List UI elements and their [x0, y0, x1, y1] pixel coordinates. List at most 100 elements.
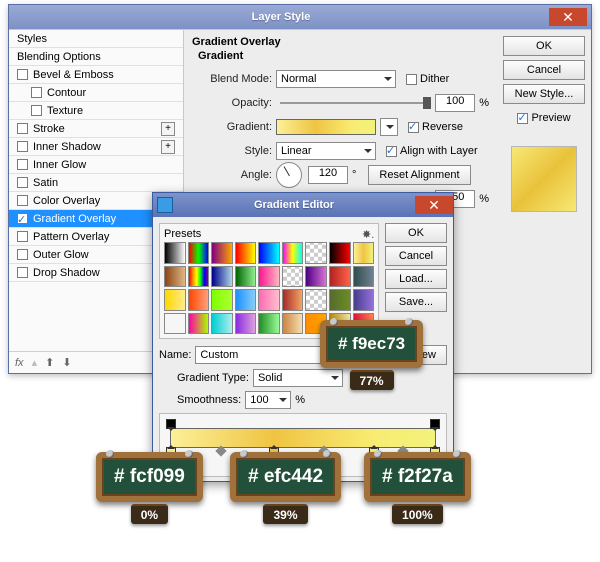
preset-swatch[interactable] [282, 242, 304, 264]
style-row-stroke[interactable]: Stroke+ [9, 120, 183, 138]
preset-swatch[interactable] [235, 289, 257, 311]
preset-swatch[interactable] [188, 313, 210, 335]
gradient-bar[interactable] [170, 428, 436, 448]
opacity-input[interactable]: 100 [435, 94, 475, 112]
preset-swatch[interactable] [353, 289, 375, 311]
add-effect-icon[interactable]: + [161, 140, 175, 154]
preset-swatch[interactable] [164, 266, 186, 288]
ok-button[interactable]: OK [503, 36, 585, 56]
style-row-bevel-emboss[interactable]: Bevel & Emboss [9, 66, 183, 84]
blendmode-dropdown[interactable]: Normal [276, 70, 396, 88]
preview-checkbox[interactable] [517, 113, 528, 124]
style-checkbox[interactable] [17, 177, 28, 188]
styles-header[interactable]: Styles [9, 30, 183, 48]
ge-cancel-button[interactable]: Cancel [385, 246, 447, 266]
preset-swatch[interactable] [329, 289, 351, 311]
preset-swatch[interactable] [211, 289, 233, 311]
arrow-down-icon[interactable]: ⬇ [62, 356, 71, 369]
preset-swatch[interactable] [282, 289, 304, 311]
callout-tag: 0% [131, 504, 168, 524]
preset-swatch[interactable] [164, 242, 186, 264]
preset-swatch[interactable] [353, 266, 375, 288]
style-row-texture[interactable]: Texture [9, 102, 183, 120]
color-callout: # fcf0990% [96, 452, 203, 524]
close-icon[interactable]: ✕ [549, 8, 587, 26]
style-checkbox[interactable] [31, 87, 42, 98]
close-icon[interactable]: ✕ [415, 196, 453, 214]
preset-swatch[interactable] [305, 242, 327, 264]
ge-ok-button[interactable]: OK [385, 223, 447, 243]
style-row-label: Pattern Overlay [33, 228, 109, 246]
ge-save-button[interactable]: Save... [385, 292, 447, 312]
gradient-swatch[interactable] [276, 119, 376, 135]
cancel-button[interactable]: Cancel [503, 60, 585, 80]
style-row-label: Gradient Overlay [33, 210, 116, 228]
preset-swatch[interactable] [305, 266, 327, 288]
angle-label: Angle: [192, 169, 272, 181]
gradient-editor-titlebar[interactable]: Gradient Editor ✕ [153, 193, 453, 217]
preset-swatch[interactable] [258, 242, 280, 264]
style-checkbox[interactable] [17, 249, 28, 260]
style-checkbox[interactable] [17, 213, 28, 224]
style-checkbox[interactable] [17, 141, 28, 152]
preset-swatch[interactable] [258, 313, 280, 335]
layer-style-titlebar[interactable]: Layer Style ✕ [9, 5, 591, 29]
opacity-slider[interactable] [280, 102, 427, 104]
opacity-stop[interactable] [166, 419, 176, 429]
opacity-stop[interactable] [430, 419, 440, 429]
reset-alignment-button[interactable]: Reset Alignment [368, 165, 470, 185]
style-checkbox[interactable] [17, 123, 28, 134]
gradient-dropdown[interactable] [380, 118, 398, 136]
gear-icon[interactable]: ✸. [362, 228, 374, 240]
preset-swatch[interactable] [282, 313, 304, 335]
preset-swatch[interactable] [211, 266, 233, 288]
style-row-label: Inner Shadow [33, 138, 101, 156]
style-row-inner-shadow[interactable]: Inner Shadow + [9, 138, 183, 156]
preset-swatch[interactable] [235, 242, 257, 264]
arrow-up-icon[interactable]: ⬆ [45, 356, 54, 369]
style-row-inner-glow[interactable]: Inner Glow [9, 156, 183, 174]
preset-swatch[interactable] [353, 242, 375, 264]
style-checkbox[interactable] [17, 69, 28, 80]
preset-swatch[interactable] [211, 313, 233, 335]
ge-load-button[interactable]: Load... [385, 269, 447, 289]
preset-swatch[interactable] [329, 266, 351, 288]
angle-dial[interactable] [276, 162, 302, 188]
dither-checkbox[interactable] [406, 74, 417, 85]
preset-swatch[interactable] [188, 242, 210, 264]
add-effect-icon[interactable]: + [161, 122, 175, 136]
smoothness-label: Smoothness: [177, 394, 241, 406]
reverse-checkbox[interactable] [408, 122, 419, 133]
preset-swatch[interactable] [211, 242, 233, 264]
preset-swatch[interactable] [164, 313, 186, 335]
style-checkbox[interactable] [17, 231, 28, 242]
layer-style-title: Layer Style [13, 11, 549, 23]
style-row-contour[interactable]: Contour [9, 84, 183, 102]
style-checkbox[interactable] [31, 105, 42, 116]
preset-swatch[interactable] [305, 289, 327, 311]
preset-swatch[interactable] [164, 289, 186, 311]
blending-options-header[interactable]: Blending Options [9, 48, 183, 66]
new-style-button[interactable]: New Style... [503, 84, 585, 104]
blendmode-label: Blend Mode: [192, 73, 272, 85]
gradient-label: Gradient: [192, 121, 272, 133]
midpoint-handle[interactable] [215, 446, 226, 457]
style-checkbox[interactable] [17, 159, 28, 170]
preset-swatch[interactable] [188, 289, 210, 311]
smoothness-input[interactable]: 100 [245, 391, 291, 409]
angle-input[interactable]: 120 [308, 166, 348, 184]
preset-swatch[interactable] [258, 289, 280, 311]
style-dropdown[interactable]: Linear [276, 142, 376, 160]
preset-swatch[interactable] [258, 266, 280, 288]
preset-swatch[interactable] [235, 266, 257, 288]
preset-swatch[interactable] [235, 313, 257, 335]
align-checkbox[interactable] [386, 146, 397, 157]
style-checkbox[interactable] [17, 267, 28, 278]
preset-swatch[interactable] [188, 266, 210, 288]
smoothness-unit: % [295, 394, 305, 406]
preset-swatch[interactable] [329, 242, 351, 264]
style-row-satin[interactable]: Satin [9, 174, 183, 192]
fx-icon[interactable]: fx [15, 357, 24, 369]
style-checkbox[interactable] [17, 195, 28, 206]
preset-swatch[interactable] [282, 266, 304, 288]
